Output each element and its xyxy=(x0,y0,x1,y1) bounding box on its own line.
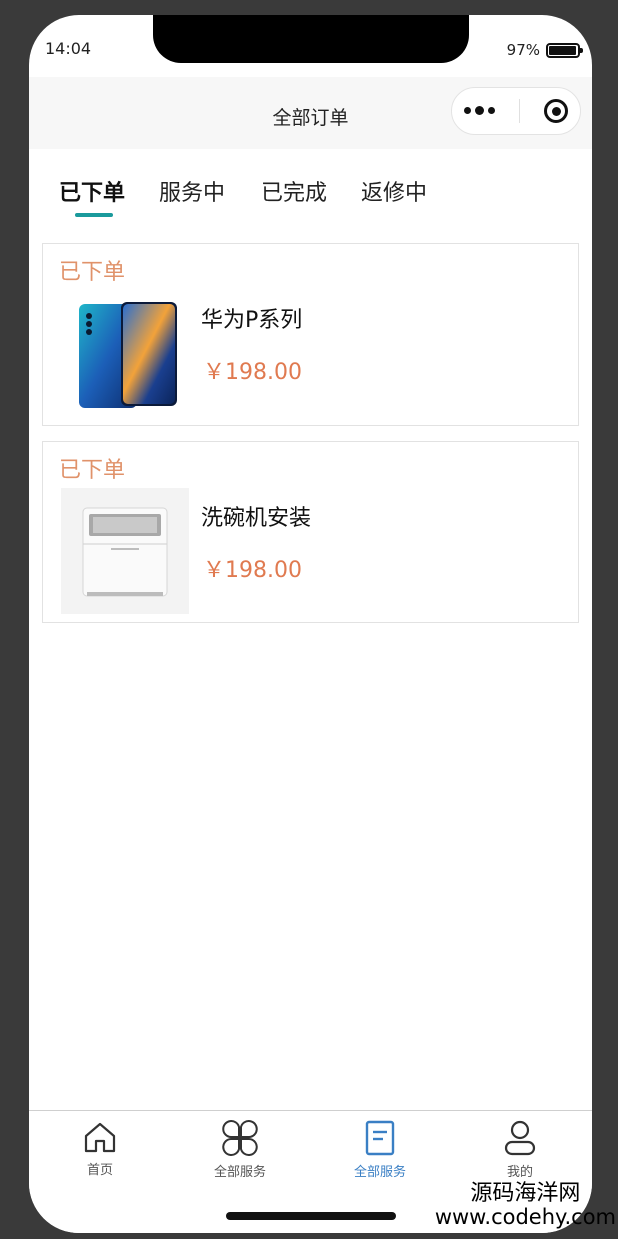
navbar: 全部订单 xyxy=(29,77,592,149)
order-tabs: 已下单 服务中 已完成 返修中 xyxy=(29,149,592,229)
order-status: 已下单 xyxy=(59,458,126,483)
tab-completed[interactable]: 已完成 xyxy=(261,175,327,207)
user-icon xyxy=(504,1120,536,1156)
order-status: 已下单 xyxy=(59,260,126,285)
status-right: 97% xyxy=(506,41,583,59)
watermark: 源码海洋网 www.codehy.com xyxy=(434,1181,616,1230)
notch xyxy=(153,15,469,63)
tab-repairing[interactable]: 返修中 xyxy=(361,175,427,207)
home-icon xyxy=(84,1122,116,1153)
phone-product-image xyxy=(61,290,189,416)
home-indicator xyxy=(226,1212,396,1220)
more-dots-icon[interactable] xyxy=(464,106,495,115)
battery-percent: 97% xyxy=(506,41,540,59)
battery-icon xyxy=(546,42,583,58)
watermark-title: 源码海洋网 xyxy=(470,1181,581,1206)
grid-flower-icon xyxy=(222,1120,258,1156)
dishwasher-product-image xyxy=(61,488,189,614)
mini-program-capsule xyxy=(451,87,581,135)
tabbar-label: 首页 xyxy=(86,1163,113,1178)
tabbar-mine[interactable]: 我的 xyxy=(465,1119,575,1180)
tabbar-home[interactable]: 首页 xyxy=(45,1119,155,1178)
order-card[interactable]: 已下单 洗碗机安装 ￥198.00 xyxy=(42,441,579,623)
product-price: ￥198.00 xyxy=(203,558,302,583)
tab-in-service[interactable]: 服务中 xyxy=(159,175,225,207)
phone-screen: 14:04 97% 全部订单 已下单 服务中 已完成 返修中 已下单 华为P系列… xyxy=(29,15,592,1233)
tabbar-label: 我的 xyxy=(506,1165,533,1180)
tabbar-all-services[interactable]: 全部服务 xyxy=(185,1119,295,1180)
tabbar-label: 全部服务 xyxy=(353,1165,406,1180)
tabbar-label: 全部服务 xyxy=(213,1165,266,1180)
order-card[interactable]: 已下单 华为P系列 ￥198.00 xyxy=(42,243,579,426)
product-price: ￥198.00 xyxy=(203,360,302,385)
status-time: 14:04 xyxy=(45,39,92,58)
product-name: 洗碗机安装 xyxy=(201,506,312,531)
active-tab-indicator xyxy=(75,213,113,217)
capsule-divider xyxy=(519,99,520,123)
target-circle-icon[interactable] xyxy=(544,99,568,123)
document-icon xyxy=(365,1120,395,1156)
product-name: 华为P系列 xyxy=(201,308,303,333)
watermark-url: www.codehy.com xyxy=(434,1205,616,1230)
tab-ordered[interactable]: 已下单 xyxy=(59,175,125,207)
tabbar-orders[interactable]: 全部服务 xyxy=(325,1119,435,1180)
